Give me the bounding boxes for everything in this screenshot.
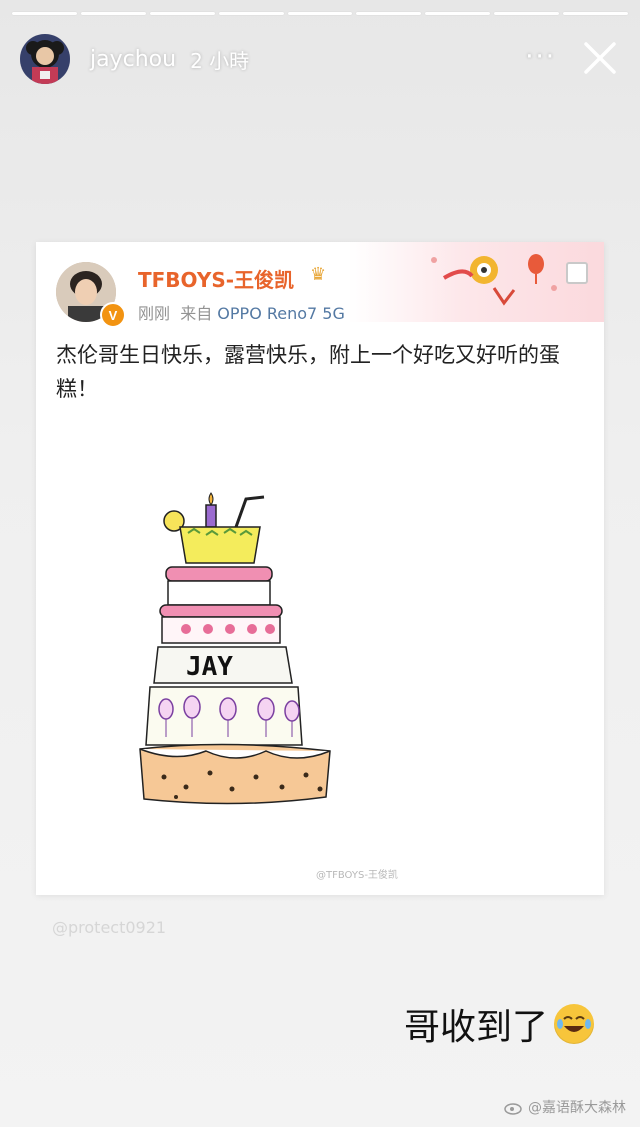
festive-decoration-icon	[431, 254, 557, 306]
progress-segment	[563, 12, 629, 15]
progress-segment	[218, 12, 284, 15]
post-from-label: 来自	[180, 304, 213, 323]
more-options-icon[interactable]: ···	[525, 42, 556, 72]
story-username[interactable]: jaychou	[90, 47, 176, 72]
story-progress-bar	[12, 12, 629, 16]
post-source[interactable]: OPPO Reno7 5G	[217, 304, 345, 323]
progress-segment	[149, 12, 215, 15]
progress-segment	[287, 12, 353, 15]
crown-icon: ♛	[310, 264, 327, 285]
story-header: jaychou 2 小時 ···	[20, 32, 620, 86]
progress-segment	[494, 12, 560, 15]
shared-post-card[interactable]: V TFBOYS-王俊凯 ♛ 刚刚 来自 OPPO Reno7 5G 杰伦哥生日…	[36, 242, 604, 895]
source-handle: @protect0921	[52, 918, 167, 937]
verified-badge: V	[100, 302, 126, 328]
birthday-cake-drawing: JAY	[139, 492, 331, 805]
story-caption: 哥收到了	[404, 998, 594, 1050]
post-meta: 刚刚 来自 OPPO Reno7 5G	[138, 300, 345, 324]
user-avatar[interactable]	[20, 34, 70, 84]
close-icon[interactable]	[582, 40, 618, 76]
post-author-name[interactable]: TFBOYS-王俊凯	[138, 264, 294, 293]
post-time: 刚刚	[138, 304, 171, 323]
image-watermark: @TFBOYS-王俊凯	[316, 870, 398, 881]
footer-watermark: @嘉语酥大森林	[504, 1097, 626, 1117]
select-checkbox[interactable]	[566, 262, 588, 284]
footer-watermark-text: @嘉语酥大森林	[528, 1100, 626, 1116]
progress-segment	[425, 12, 491, 15]
progress-segment	[356, 12, 422, 15]
progress-segment	[12, 12, 77, 15]
progress-segment	[80, 12, 146, 15]
avatar-illustration-icon	[20, 34, 70, 84]
weibo-logo-icon	[504, 1103, 522, 1115]
laughing-with-tears-emoji-icon	[554, 1004, 594, 1044]
story-timestamp: 2 小時	[190, 48, 250, 73]
cake-jay-text: JAY	[186, 652, 233, 682]
post-text: 杰伦哥生日快乐，露营快乐，附上一个好吃又好听的蛋糕！	[56, 343, 560, 401]
caption-text: 哥收到了	[403, 1007, 548, 1048]
